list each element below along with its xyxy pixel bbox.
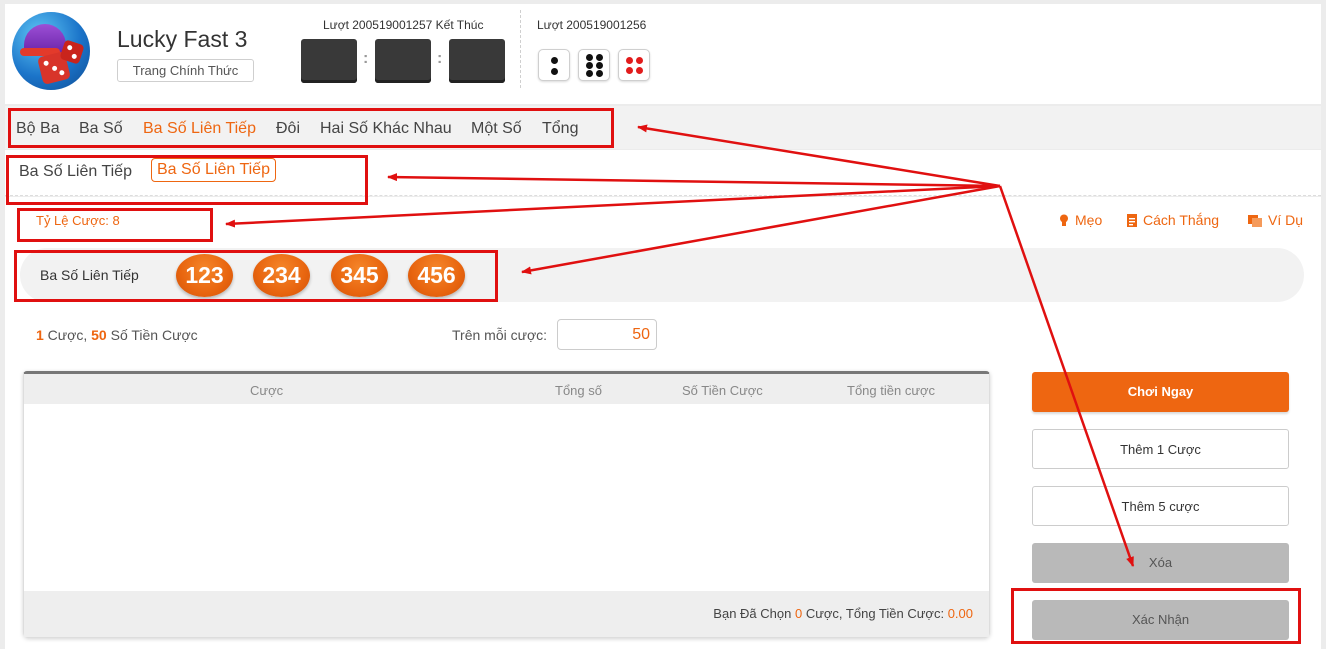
example-label: Ví Dụ (1268, 212, 1304, 228)
copy-icon (1248, 215, 1262, 227)
number-ball-456[interactable]: 456 (408, 254, 465, 297)
subtab-ba-so-lien-tiep[interactable]: Ba Số Liên Tiếp (151, 158, 276, 182)
previous-round-label: Lượt 200519001256 (537, 18, 647, 32)
current-round-label: Lượt 200519001257 Kết Thúc (323, 18, 484, 32)
add-one-bet-button[interactable]: Thêm 1 Cược (1032, 429, 1289, 469)
tab-bo-ba[interactable]: Bộ Ba (16, 120, 60, 138)
result-separator: : (437, 50, 443, 67)
bet-amount: 50 (91, 327, 107, 343)
column-header-total-count: Tổng số (555, 383, 602, 398)
confirm-button[interactable]: Xác Nhận (1032, 600, 1289, 640)
subtab-group-label: Ba Số Liên Tiếp (19, 163, 132, 180)
column-header-total-amount: Tổng tiền cược (847, 383, 936, 398)
example-link[interactable]: Ví Dụ (1248, 212, 1303, 228)
delete-button[interactable]: Xóa (1032, 543, 1289, 583)
column-header-bet: Cược (250, 383, 284, 398)
result-slot-3 (449, 39, 505, 83)
header-divider (520, 10, 521, 88)
tab-ba-so-lien-tiep[interactable]: Ba Số Liên Tiếp (143, 120, 256, 138)
header: Lucky Fast 3 Trang Chính Thức Lượt 20051… (5, 4, 1321, 104)
app-logo (12, 12, 90, 90)
app-title: Lucky Fast 3 (117, 26, 248, 52)
per-bet-input[interactable]: 50 (557, 319, 657, 350)
bet-list-table: Cược Tổng số Số Tiền Cược Tổng tiền cược… (23, 371, 990, 638)
bet-summary: 1 Cược, 50 Số Tiền Cược (36, 327, 198, 343)
how-to-win-label: Cách Thắng (1143, 212, 1220, 228)
tab-tong[interactable]: Tổng (542, 120, 578, 138)
number-ball-234[interactable]: 234 (253, 254, 310, 297)
column-header-bet-amount: Số Tiền Cược (682, 383, 763, 398)
bet-count: 1 (36, 327, 44, 343)
tab-ba-so[interactable]: Ba Số (79, 120, 123, 138)
previous-die-1 (538, 49, 570, 81)
tip-link[interactable]: Mẹo (1059, 212, 1102, 228)
tab-hai-so-khac-nhau[interactable]: Hai Số Khác Nhau (320, 120, 452, 138)
bet-count-suffix: Cược, (43, 327, 92, 343)
official-home-button[interactable]: Trang Chính Thức (117, 59, 254, 82)
result-slot-1 (301, 39, 357, 83)
tab-doi[interactable]: Đôi (276, 120, 300, 138)
previous-die-3 (618, 49, 650, 81)
table-header-row: Cược Tổng số Số Tiền Cược Tổng tiền cược (24, 374, 989, 404)
previous-die-2 (578, 49, 610, 81)
lightbulb-icon (1060, 214, 1068, 226)
document-icon (1127, 214, 1137, 227)
result-slot-2 (375, 39, 431, 83)
footer-prefix: Bạn Đã Chọn (713, 606, 795, 621)
selection-summary: Bạn Đã Chọn 0 Cược, Tổng Tiền Cược: 0.00 (713, 606, 973, 621)
number-ball-123[interactable]: 123 (176, 254, 233, 297)
how-to-win-link[interactable]: Cách Thắng (1127, 212, 1219, 228)
bet-amount-suffix: Số Tiền Cược (106, 327, 198, 343)
tab-mot-so[interactable]: Một Số (471, 120, 522, 138)
play-now-button[interactable]: Chơi Ngay (1032, 372, 1289, 412)
number-ball-345[interactable]: 345 (331, 254, 388, 297)
result-separator: : (363, 50, 369, 67)
tip-label: Mẹo (1075, 212, 1103, 228)
table-footer: Bạn Đã Chọn 0 Cược, Tổng Tiền Cược: 0.00 (24, 591, 989, 637)
footer-middle: Cược, Tổng Tiền Cược: (802, 606, 948, 621)
per-bet-label: Trên mỗi cược: (452, 327, 548, 343)
footer-total: 0.00 (947, 606, 973, 621)
odds-label: Tỷ Lệ Cược: 8 (36, 213, 120, 228)
add-five-bets-button[interactable]: Thêm 5 cược (1032, 486, 1289, 526)
number-row-label: Ba Số Liên Tiếp (40, 267, 139, 283)
